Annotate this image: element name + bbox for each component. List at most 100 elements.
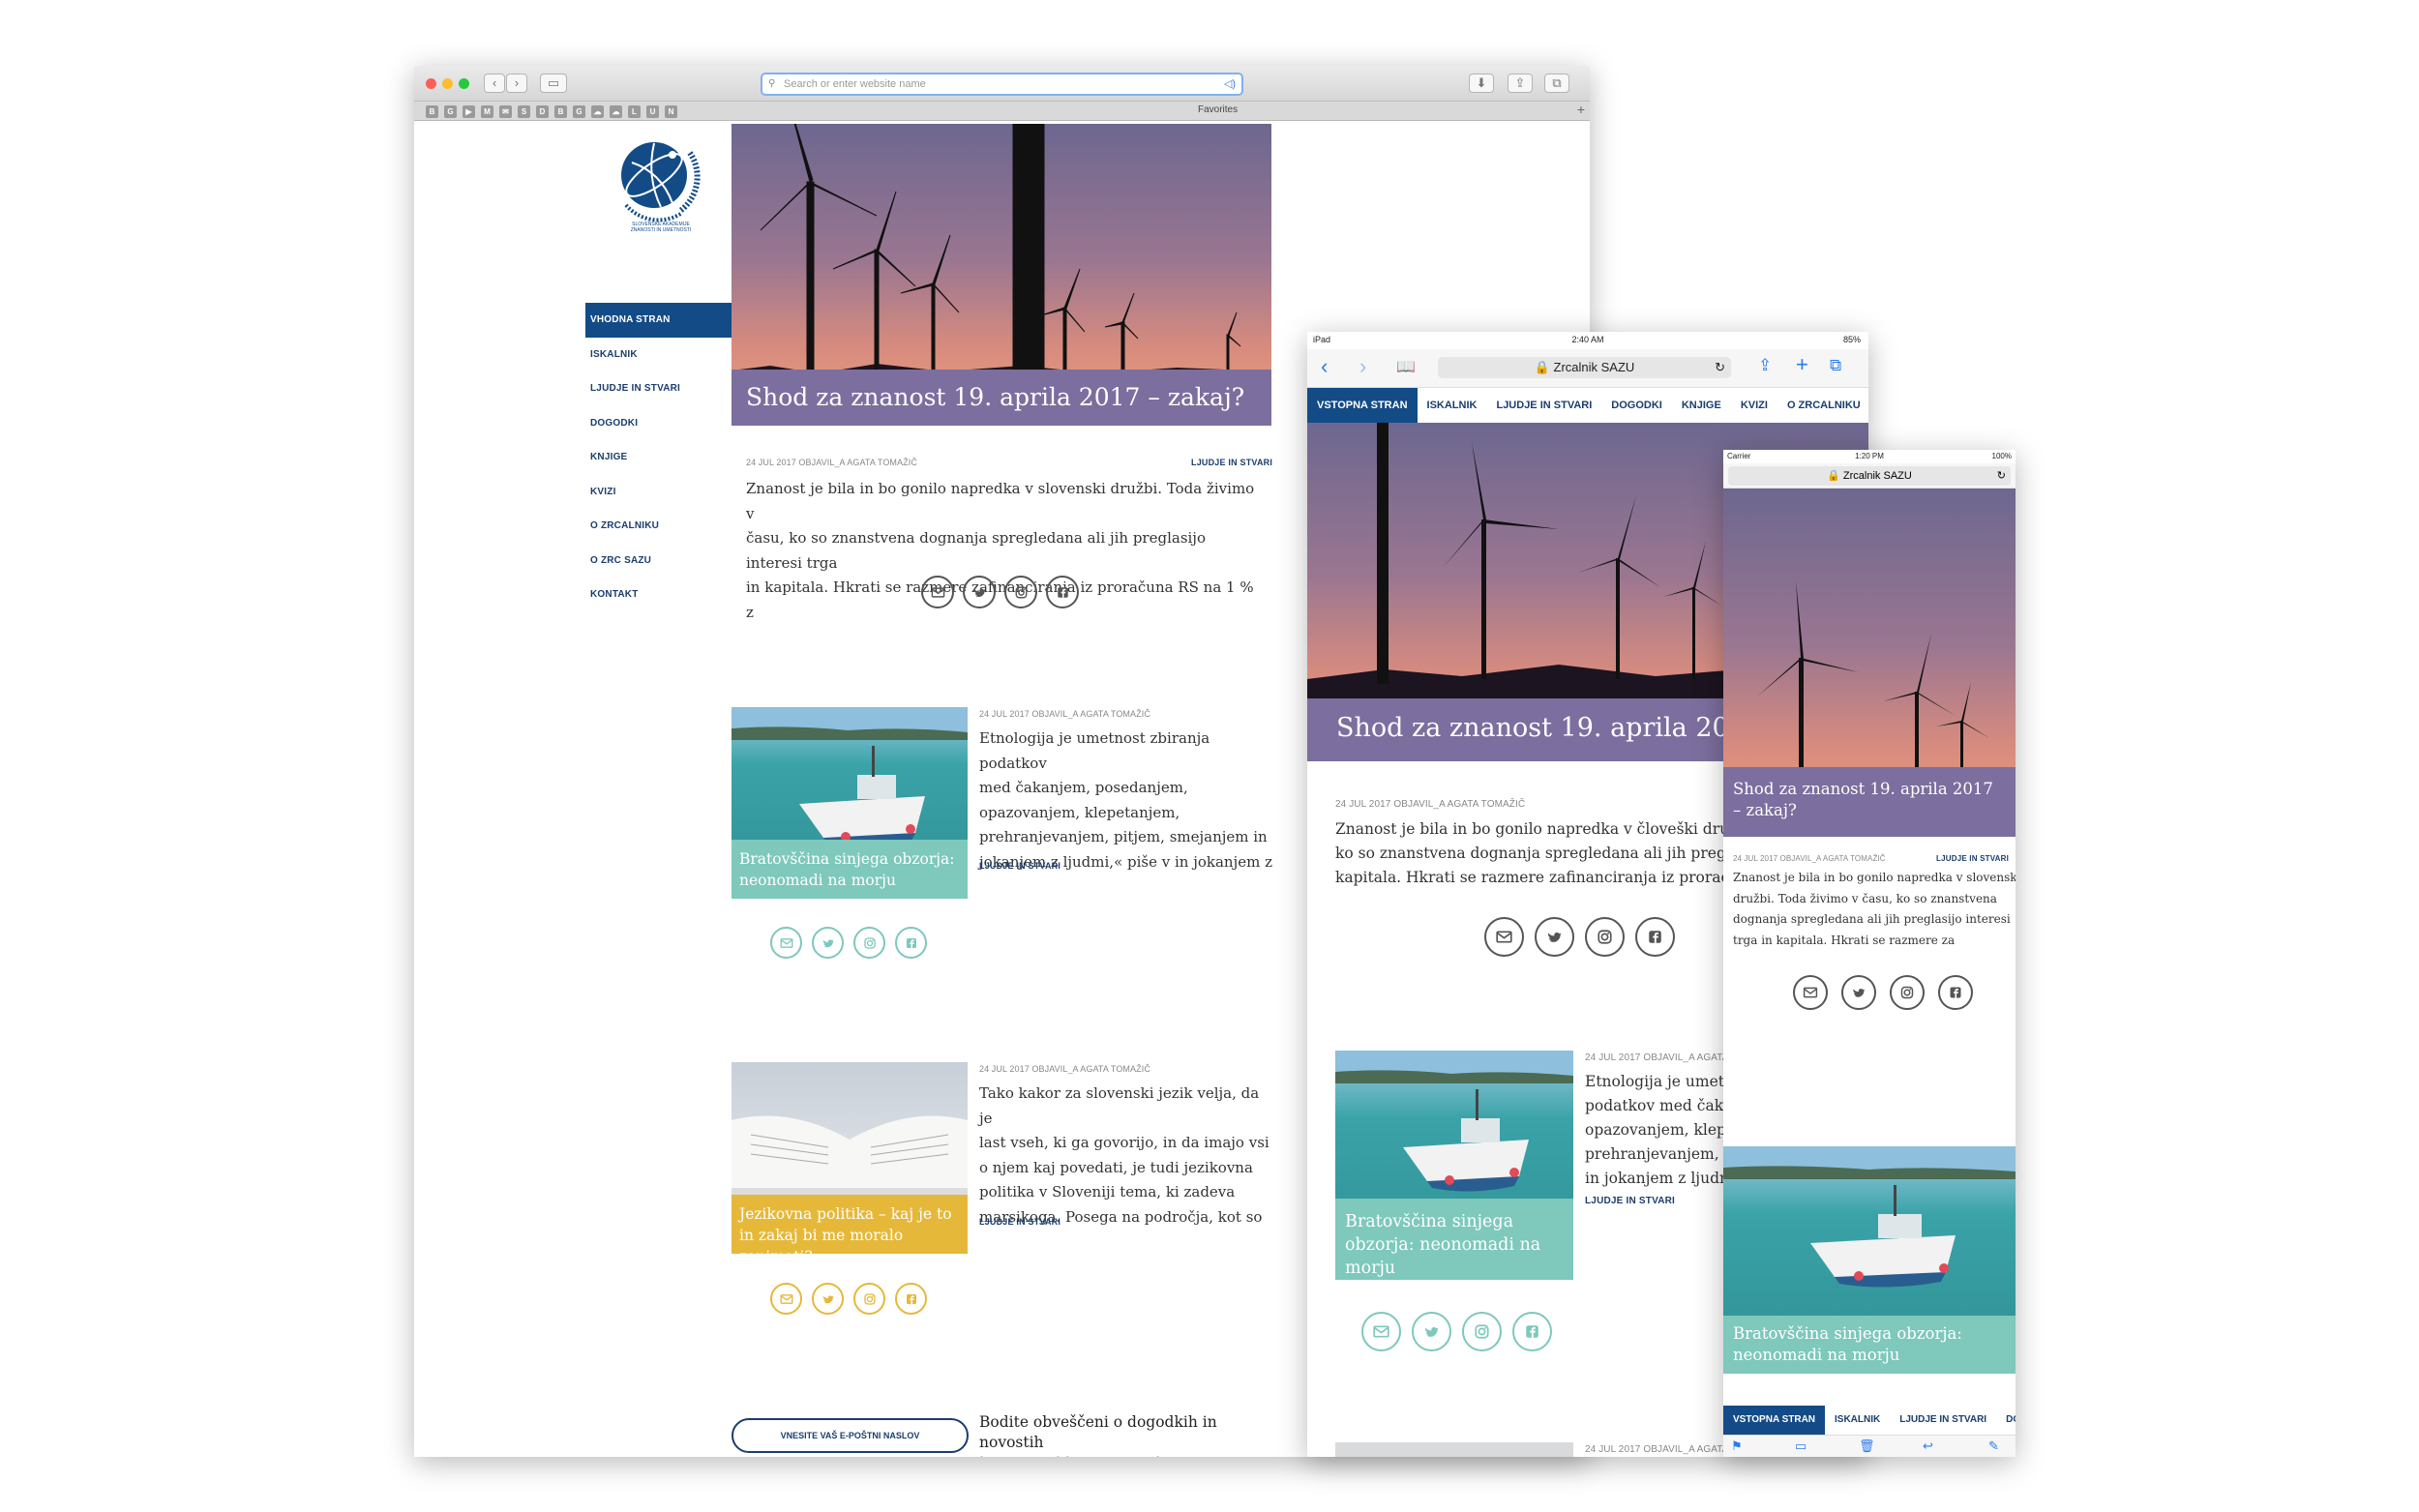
nav-item-dogodki[interactable]: DOGODKI (1601, 388, 1672, 423)
phone-featured-category-link[interactable]: LJUDJE IN STVARI (1936, 854, 2009, 863)
instagram-share-button[interactable] (1890, 975, 1925, 1010)
address-bar[interactable]: ⚲ Search or enter website name ◁) (761, 73, 1243, 96)
nav-item-ljudje-in-stvari[interactable]: LJUDJE IN STVARI (1486, 388, 1601, 423)
instagram-share-button[interactable] (853, 1283, 885, 1315)
sidebar-item-vhodna-stran[interactable]: VHODNA STRAN (585, 303, 732, 338)
favicon-4[interactable]: ✉ (499, 105, 512, 118)
mail-share-button[interactable] (770, 927, 802, 959)
tabs-icon[interactable]: ⧉ (1830, 356, 1841, 375)
instagram-share-button[interactable] (1004, 576, 1037, 608)
nav-item-vstopna-stran[interactable]: VSTOPNA STRAN (1307, 388, 1418, 423)
favicon-0[interactable]: B (426, 105, 438, 118)
post2-category-link[interactable]: LJUDJE IN STVARI (979, 1217, 1060, 1227)
reload-icon[interactable]: ↻ (1715, 357, 1725, 378)
phone-post1-title[interactable]: Bratovščina sinjega obzorja: neonomadi n… (1723, 1316, 2016, 1374)
nav-item-iskalnik[interactable]: ISKALNIK (1825, 1406, 1890, 1435)
share-icon[interactable]: ⇪ (1758, 356, 1772, 375)
post1-thumbnail[interactable]: Bratovščina sinjega obzorja: neonomadi n… (732, 707, 968, 899)
ipad-address-bar[interactable]: 🔒 Zrcalnik SAZU ↻ (1438, 357, 1731, 378)
phone-featured-image[interactable]: Shod za znanost 19. aprila 2017 – zakaj? (1723, 489, 2016, 837)
nav-item-iskalnik[interactable]: ISKALNIK (1418, 388, 1487, 423)
tablet-post1-category-link[interactable]: LJUDJE IN STVARI (1585, 1196, 1675, 1206)
compose-icon[interactable]: ✎ (1988, 1438, 1999, 1454)
favicon-2[interactable]: ▶ (463, 105, 475, 118)
favicon-8[interactable]: G (573, 105, 585, 118)
phone-post1-thumbnail[interactable]: Bratovščina sinjega obzorja: neonomadi n… (1723, 1146, 2016, 1374)
nav-item-knjige[interactable]: KNJIGE (1672, 388, 1731, 423)
twitter-share-button[interactable] (1412, 1312, 1451, 1351)
phone-featured-title[interactable]: Shod za znanost 19. aprila 2017 – zakaj? (1723, 767, 2016, 837)
sidebar-item-o-zrc-sazu[interactable]: O ZRC SAZU (585, 544, 732, 578)
reply-icon[interactable]: ↩ (1923, 1438, 1933, 1454)
nav-item-vstopna-stran[interactable]: VSTOPNA STRAN (1723, 1406, 1826, 1435)
sidebar-item-kvizi[interactable]: KVIZI (585, 475, 732, 510)
favicon-3[interactable]: M (481, 105, 493, 118)
minimize-window-button[interactable] (442, 78, 453, 89)
zoom-window-button[interactable] (459, 78, 469, 89)
mail-share-button[interactable] (1484, 917, 1524, 957)
nav-item-ljudje-in-stvari[interactable]: LJUDJE IN STVARI (1890, 1406, 1996, 1435)
add-tab-icon[interactable]: + (1577, 102, 1585, 117)
nav-item-dog[interactable]: DOG (1996, 1406, 2016, 1435)
folder-icon[interactable]: ▭ (1795, 1438, 1807, 1454)
close-window-button[interactable] (426, 78, 436, 89)
favicon-6[interactable]: D (536, 105, 549, 118)
twitter-share-button[interactable] (812, 927, 844, 959)
sidebar-item-ljudje-in-stvari[interactable]: LJUDJE IN STVARI (585, 371, 732, 406)
trash-icon[interactable]: 🗑 (1859, 1438, 1875, 1454)
favicon-13[interactable]: N (665, 105, 677, 118)
tabs-overview-button[interactable]: ⧉ (1544, 74, 1569, 93)
favicon-5[interactable]: S (518, 105, 530, 118)
forward-button[interactable]: › (506, 74, 527, 93)
facebook-share-button[interactable] (895, 1283, 927, 1315)
sidebar-item-dogodki[interactable]: DOGODKI (585, 406, 732, 441)
facebook-share-button[interactable] (1512, 1312, 1552, 1351)
zrc-sazu-logo[interactable]: SLOVENSKE AKADEMIJE ZNANOSTI IN UMETNOST… (612, 133, 709, 235)
facebook-share-button[interactable] (1635, 917, 1675, 957)
facebook-share-button[interactable] (895, 927, 927, 959)
downloads-button[interactable]: ⬇ (1469, 74, 1494, 93)
mail-share-button[interactable] (1361, 1312, 1401, 1351)
sidebar-toggle-button[interactable]: ▭ (540, 74, 567, 93)
sidebar-item-iskalnik[interactable]: ISKALNIK (585, 338, 732, 372)
bookmarks-icon[interactable]: 📖 (1396, 357, 1416, 376)
tablet-post1-thumbnail[interactable]: Bratovščina sinjega obzorja: neonomadi n… (1335, 1051, 1573, 1280)
nav-item-o-zrcalniku[interactable]: O ZRCALNIKU (1777, 388, 1868, 423)
featured-post-image[interactable]: Shod za znanost 19. aprila 2017 – zakaj? (732, 124, 1271, 426)
tablet-post2-thumbnail[interactable] (1335, 1442, 1573, 1457)
mail-share-button[interactable] (1793, 975, 1828, 1010)
post1-title[interactable]: Bratovščina sinjega obzorja: neonomadi n… (732, 840, 968, 899)
sidebar-item-o-zrcalniku[interactable]: O ZRCALNIKU (585, 509, 732, 544)
instagram-share-button[interactable] (1585, 917, 1625, 957)
favicon-1[interactable]: G (444, 105, 457, 118)
post2-thumbnail[interactable]: Jezikovna politika – kaj je to in zakaj … (732, 1062, 968, 1254)
share-button[interactable]: ⇪ (1508, 74, 1533, 93)
favicon-12[interactable]: U (646, 105, 659, 118)
favicon-10[interactable]: ☁ (610, 105, 622, 118)
twitter-share-button[interactable] (963, 576, 996, 608)
tablet-post1-title[interactable]: Bratovščina sinjega obzorja: neonomadi n… (1335, 1199, 1573, 1280)
post2-title[interactable]: Jezikovna politika – kaj je to in zakaj … (732, 1195, 968, 1254)
mail-share-button[interactable] (770, 1283, 802, 1315)
facebook-share-button[interactable] (1046, 576, 1079, 608)
reload-icon[interactable]: ↻ (1997, 466, 2006, 486)
favicon-7[interactable]: B (554, 105, 567, 118)
instagram-share-button[interactable] (853, 927, 885, 959)
instagram-share-button[interactable] (1462, 1312, 1502, 1351)
back-button[interactable]: ‹ (484, 74, 505, 93)
back-icon[interactable]: ‹ (1321, 354, 1328, 379)
facebook-share-button[interactable] (1938, 975, 1973, 1010)
new-tab-icon[interactable]: + (1796, 352, 1808, 377)
sidebar-item-knjige[interactable]: KNJIGE (585, 440, 732, 475)
mail-share-button[interactable] (921, 576, 954, 608)
favicon-9[interactable]: ☁ (591, 105, 604, 118)
featured-post-title[interactable]: Shod za znanost 19. aprila 2017 – zakaj? (732, 370, 1271, 426)
sidebar-item-kontakt[interactable]: KONTAKT (585, 578, 732, 612)
phone-address-bar[interactable]: 🔒 Zrcalnik SAZU ↻ (1728, 466, 2011, 486)
twitter-share-button[interactable] (812, 1283, 844, 1315)
nav-item-kvizi[interactable]: KVIZI (1731, 388, 1777, 423)
featured-post-category-link[interactable]: LJUDJE IN STVARI (1191, 458, 1272, 467)
twitter-share-button[interactable] (1841, 975, 1876, 1010)
forward-icon[interactable]: › (1359, 354, 1366, 379)
twitter-share-button[interactable] (1535, 917, 1574, 957)
